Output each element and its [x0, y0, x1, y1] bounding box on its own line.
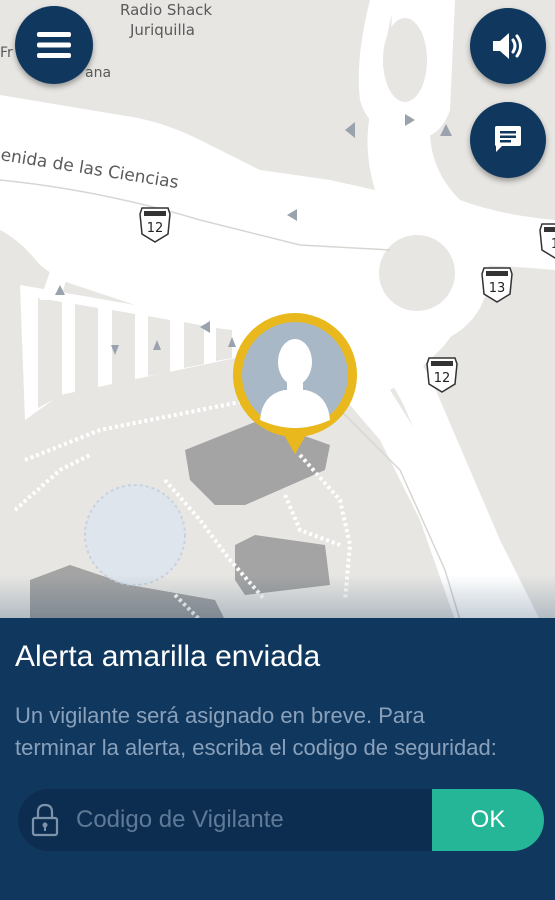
panel-shadow: [0, 575, 555, 620]
map[interactable]: Radio Shack Juriquilla Fr Comercial ana …: [0, 0, 555, 620]
roundabout-island: [379, 235, 455, 311]
map-label-radio-shack: Radio Shack: [120, 1, 212, 19]
plaza-circle: [85, 485, 185, 585]
chat-button[interactable]: [470, 102, 546, 178]
chat-message-icon: [495, 126, 521, 152]
security-code-field[interactable]: [18, 789, 448, 851]
alert-message-line-2: terminar la alerta, escriba el codigo de…: [15, 735, 497, 760]
alert-message-line-1: Un vigilante será asignado en breve. Par…: [15, 703, 425, 728]
speaker-icon: [493, 33, 522, 59]
ramp-island: [383, 18, 427, 102]
alert-panel: Alerta amarilla enviada Un vigilante ser…: [0, 618, 555, 900]
ok-button[interactable]: OK: [432, 789, 544, 851]
svg-text:12: 12: [147, 221, 164, 236]
alert-title: Alerta amarilla enviada: [15, 640, 321, 673]
svg-text:1: 1: [551, 237, 555, 252]
sound-button[interactable]: [470, 8, 546, 84]
lock-icon: [31, 803, 59, 837]
menu-button[interactable]: [15, 6, 93, 84]
security-code-input[interactable]: [74, 805, 448, 835]
map-label-plaza-2: ana: [85, 65, 111, 81]
alert-message: Un vigilante será asignado en breve. Par…: [15, 700, 555, 764]
svg-text:12: 12: [434, 371, 451, 386]
hamburger-menu-icon: [37, 32, 71, 58]
svg-text:13: 13: [489, 281, 506, 296]
map-label-juriquilla: Juriquilla: [129, 21, 195, 39]
